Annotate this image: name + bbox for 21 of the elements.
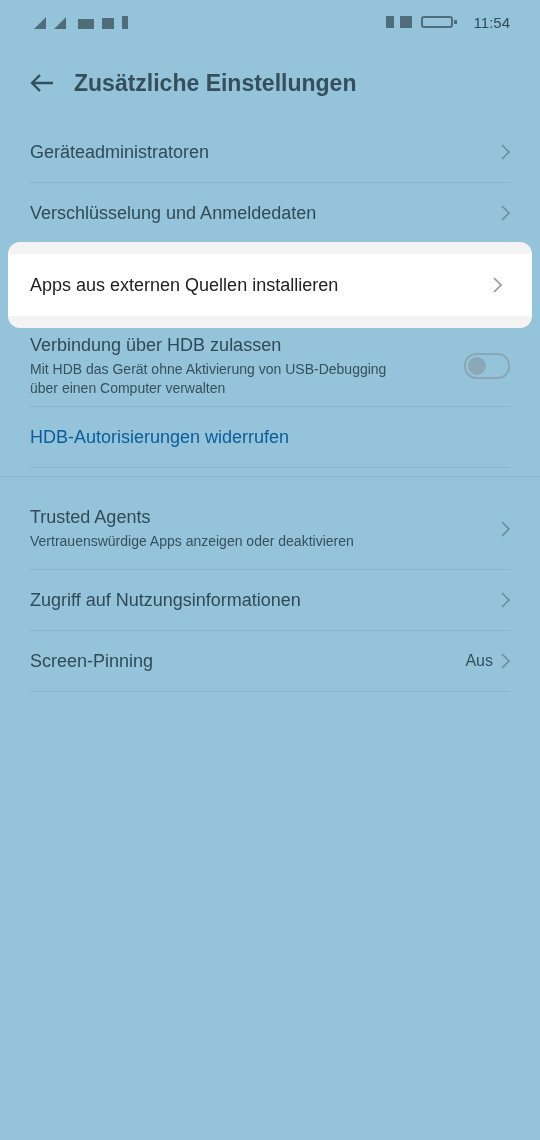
chevron-right-icon: [501, 205, 510, 221]
revoke-link[interactable]: HDB-Autorisierungen widerrufen: [30, 426, 290, 448]
chevron-right-icon: [501, 521, 510, 537]
settings-item[interactable]: Apps aus externen Quellen installieren: [8, 254, 532, 316]
item-title[interactable]: Trusted Agents: [30, 507, 354, 529]
chevron-right-icon: [501, 592, 510, 608]
item-subtitle: Mit HDB das Gerät ohne Aktivierung von USB-Debugging über einen Computer verwalten: [30, 359, 388, 398]
back-arrow-icon[interactable]: [30, 73, 54, 93]
item-title[interactable]: Zugriff auf Nutzungsinformationen: [30, 589, 301, 611]
chevron-right-icon: [501, 653, 510, 669]
status-time: 11:54: [473, 13, 510, 31]
item-title[interactable]: Verbindung über HDB zulassen: [30, 334, 410, 356]
page-title: Zusätzliche Einstellungen: [74, 69, 357, 97]
item-subtitle: Vertrauenswürdige Apps anzeigen oder deaktivieren: [30, 532, 354, 551]
toggle-switch[interactable]: [464, 353, 510, 379]
chevron-right-icon: [493, 277, 502, 293]
item-title[interactable]: Verschlüsselung und Anmeldedaten: [30, 202, 317, 224]
item-value: Aus: [465, 652, 493, 670]
item-title[interactable]: Screen-Pinning: [30, 650, 154, 672]
item-title[interactable]: Geräteadministratoren: [30, 141, 210, 163]
chevron-right-icon: [501, 144, 510, 160]
